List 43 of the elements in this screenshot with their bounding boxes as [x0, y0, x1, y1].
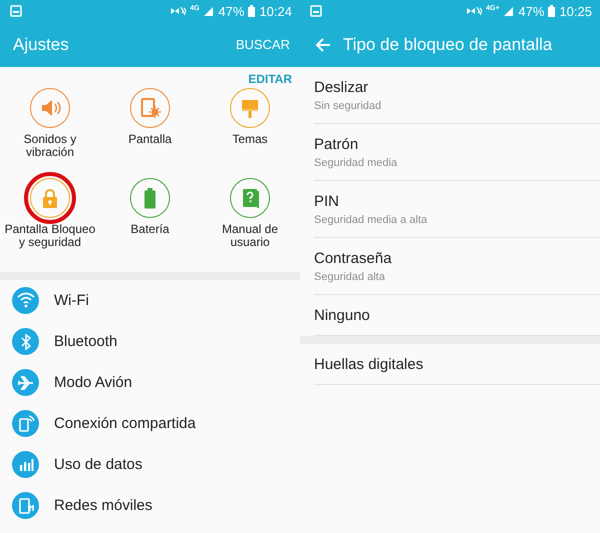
option-title: Contraseña	[314, 250, 393, 266]
settings-tile[interactable]: Sonidos y vibración	[0, 88, 100, 174]
clock: 10:24	[259, 4, 292, 18]
option-subtitle: Seguridad media	[314, 156, 398, 168]
settings-item[interactable]: Modo Avión	[0, 362, 300, 403]
settings-tile[interactable]: Temas	[200, 88, 300, 174]
settings-item[interactable]: Uso de datos	[0, 444, 300, 485]
battery-icon	[248, 5, 256, 17]
settings-item[interactable]: Wi-Fi	[0, 280, 300, 321]
option-subtitle: Seguridad media a alta	[314, 214, 428, 226]
battery-percent: 47%	[518, 4, 544, 18]
settings-tile[interactable]: Manual de usuario	[200, 178, 300, 264]
settings-item[interactable]: Redes móviles	[0, 485, 300, 526]
screen-gear-icon	[139, 97, 161, 119]
option-title: Ninguno	[314, 306, 371, 324]
option-title: PIN	[314, 192, 340, 210]
option-title: Deslizar	[314, 78, 370, 96]
settings-tile[interactable]: Batería	[100, 178, 200, 264]
speaker-icon	[39, 97, 61, 119]
lock-type-option[interactable]: Deslizar Sin seguridad	[314, 67, 600, 124]
option-title: Huellas digitales	[314, 356, 424, 372]
settings-item[interactable]: Bluetooth	[0, 321, 300, 362]
lock-type-option[interactable]: Huellas digitales	[314, 344, 600, 385]
screen-title: Ajustes	[13, 34, 70, 54]
gallery-notification-icon	[10, 5, 22, 17]
option-subtitle: Seguridad alta	[314, 270, 386, 282]
lock-type-option[interactable]: Patrón Seguridad media	[314, 124, 600, 181]
gallery-notification-icon	[310, 5, 322, 17]
screen-title: Tipo de bloqueo de pantalla	[343, 34, 554, 54]
signal-icon	[503, 5, 514, 17]
option-subtitle: Sin seguridad	[314, 100, 382, 112]
settings-tile[interactable]: Pantalla	[100, 88, 200, 174]
settings-tile[interactable]: Pantalla Bloqueo y seguridad	[0, 178, 100, 264]
settings-item[interactable]: Conexión compartida	[0, 403, 300, 444]
lock-type-option[interactable]: PIN Seguridad media a alta	[314, 181, 600, 238]
signal-icon	[203, 5, 214, 17]
lock-type-option[interactable]: Contraseña Seguridad alta	[314, 238, 600, 295]
battery-percent: 47%	[218, 4, 244, 18]
back-arrow-icon	[315, 36, 331, 52]
option-title: Patrón	[314, 136, 360, 152]
battery-icon	[548, 5, 556, 17]
clock: 10:25	[559, 4, 592, 18]
paint-roller-icon	[239, 97, 261, 119]
